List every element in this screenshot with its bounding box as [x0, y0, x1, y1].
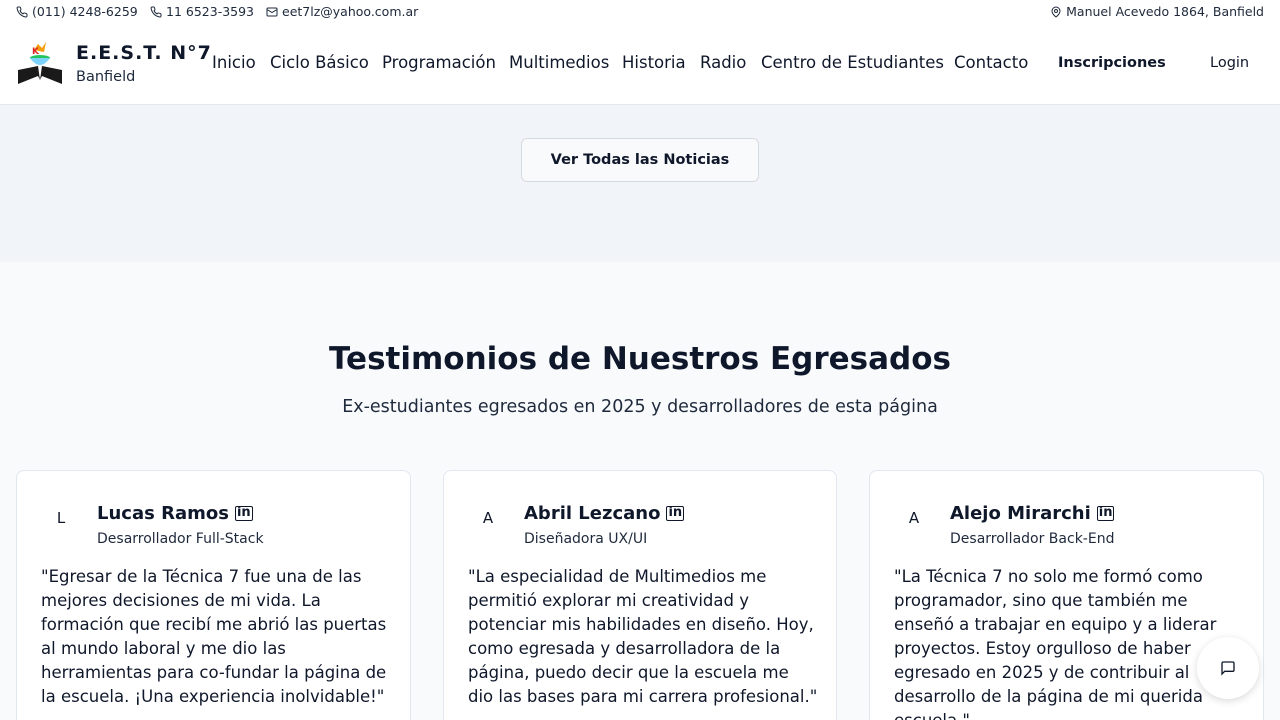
testimonials-title: Testimonios de Nuestros Egresados: [329, 341, 951, 377]
testimonial-role: Desarrollador Back-End: [950, 531, 1115, 547]
testimonials-section: Testimonios de Nuestros Egresados Ex-est…: [0, 262, 1280, 720]
testimonial-card: A Abril Lezcano in Diseñadora UX/UI "La …: [443, 470, 837, 720]
testimonial-role: Desarrollador Full-Stack: [97, 531, 264, 547]
linkedin-icon[interactable]: in: [1096, 506, 1115, 521]
avatar: A: [482, 509, 494, 527]
address-text: Manuel Acevedo 1864, Banfield: [1066, 4, 1264, 19]
login-button[interactable]: Login: [1210, 55, 1249, 71]
avatar: L: [56, 509, 66, 527]
nav-link-historia[interactable]: Historia: [622, 53, 686, 72]
brand-subtitle: Banfield: [76, 69, 136, 85]
phone-1[interactable]: (011) 4248-6259: [16, 4, 138, 19]
nav-link-contacto[interactable]: Contacto: [954, 53, 1028, 72]
phone-1-text: (011) 4248-6259: [32, 4, 138, 19]
mail-icon: [266, 7, 278, 16]
testimonial-name: Alejo Mirarchi in: [950, 503, 1115, 524]
news-section: Ver Todas las Noticias: [0, 105, 1280, 262]
school-logo[interactable]: K: [16, 40, 64, 88]
phone-icon: [16, 5, 28, 17]
testimonials-subtitle: Ex-estudiantes egresados en 2025 y desar…: [342, 397, 938, 417]
linkedin-icon[interactable]: in: [666, 506, 685, 521]
nav-link-programacion[interactable]: Programación: [382, 53, 496, 72]
linkedin-icon[interactable]: in: [234, 506, 253, 521]
address: Manuel Acevedo 1864, Banfield: [1050, 4, 1264, 19]
testimonial-name-text: Alejo Mirarchi: [950, 503, 1091, 524]
phone-icon: [150, 5, 162, 17]
svg-text:K: K: [32, 47, 40, 57]
nav-link-inicio[interactable]: Inicio: [212, 53, 256, 72]
avatar: A: [908, 509, 920, 527]
testimonial-role: Diseñadora UX/UI: [524, 531, 648, 547]
nav-link-centro-estudiantes[interactable]: Centro de Estudiantes: [761, 53, 944, 72]
testimonial-card: L Lucas Ramos in Desarrollador Full-Stac…: [16, 470, 411, 720]
brand-title[interactable]: E.E.S.T. N°7: [76, 42, 212, 64]
top-contact-bar: (011) 4248-6259 11 6523-3593 eet7lz@yaho…: [0, 0, 1280, 24]
view-all-news-button[interactable]: Ver Todas las Noticias: [521, 138, 759, 182]
testimonial-name-text: Abril Lezcano: [524, 503, 661, 524]
nav-link-ciclo-basico[interactable]: Ciclo Básico: [270, 53, 369, 72]
nav-link-multimedios[interactable]: Multimedios: [509, 53, 609, 72]
chat-button[interactable]: [1197, 637, 1259, 699]
chat-icon: [1221, 661, 1235, 676]
testimonial-quote: "La especialidad de Multimedios me permi…: [468, 567, 818, 706]
inscripciones-button[interactable]: Inscripciones: [1058, 55, 1166, 71]
testimonial-name-text: Lucas Ramos: [97, 503, 229, 524]
email-link[interactable]: eet7lz@yahoo.com.ar: [266, 4, 418, 19]
testimonial-quote: "La Técnica 7 no solo me formó como prog…: [894, 567, 1217, 720]
testimonial-name: Abril Lezcano in: [524, 503, 685, 524]
email-text: eet7lz@yahoo.com.ar: [282, 4, 419, 19]
phone-2-text: 11 6523-3593: [166, 4, 255, 19]
phone-2[interactable]: 11 6523-3593: [150, 4, 254, 19]
testimonial-name: Lucas Ramos in: [97, 503, 253, 524]
testimonial-quote: "Egresar de la Técnica 7 fue una de las …: [41, 567, 387, 706]
map-pin-icon: [1051, 6, 1061, 18]
nav-link-radio[interactable]: Radio: [700, 53, 746, 72]
main-navbar: K E.E.S.T. N°7 Banfield Inicio Ciclo Bás…: [0, 24, 1280, 105]
